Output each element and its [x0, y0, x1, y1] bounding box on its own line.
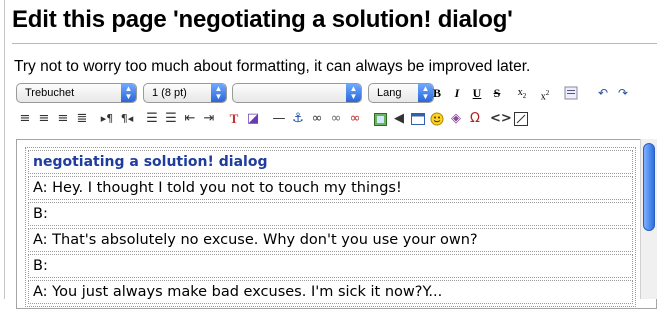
- font-size-value: 1 (8 pt): [152, 87, 187, 99]
- select-arrows-icon: ▲ ▼: [211, 84, 226, 102]
- align-left-icon[interactable]: ≡: [16, 109, 34, 129]
- strikethrough-icon[interactable]: S: [488, 83, 506, 103]
- table-row: B:: [28, 202, 633, 226]
- link-icon[interactable]: ∞: [308, 109, 326, 129]
- align-center-icon[interactable]: ≡: [35, 109, 53, 129]
- align-right-icon[interactable]: ≡: [54, 109, 72, 129]
- undo-icon[interactable]: ↶: [594, 83, 612, 103]
- ordered-list-icon[interactable]: ☰: [143, 109, 161, 129]
- dialog-cell[interactable]: A: Hey. I thought I told you not to touc…: [28, 176, 633, 200]
- html-source-icon[interactable]: <>: [490, 109, 512, 129]
- rtl-icon[interactable]: ¶◂: [118, 109, 136, 129]
- subscript-icon[interactable]: x2: [513, 83, 531, 103]
- window-edge: [4, 0, 5, 299]
- table-title-cell[interactable]: negotiating a solution! dialog: [28, 150, 633, 174]
- table-row: negotiating a solution! dialog: [28, 150, 633, 174]
- dialog-cell[interactable]: B:: [28, 254, 633, 278]
- dialog-table: negotiating a solution! dialog A: Hey. I…: [25, 147, 636, 307]
- horizontal-rule-icon[interactable]: —: [270, 109, 288, 129]
- title-divider: [12, 43, 657, 44]
- dialog-cell[interactable]: A: That's absolutely no excuse. Why don'…: [28, 228, 633, 252]
- media-icon[interactable]: ◀︎: [390, 109, 408, 129]
- redo-icon[interactable]: ↷: [614, 83, 632, 103]
- table-row: A: That's absolutely no excuse. Why don'…: [28, 228, 633, 252]
- dialog-cell[interactable]: B:: [28, 202, 633, 226]
- character-map-icon[interactable]: Ω: [466, 109, 484, 129]
- ltr-icon[interactable]: ▸¶: [98, 109, 116, 129]
- dialog-cell[interactable]: A: You just always make bad excuses. I'm…: [28, 280, 633, 304]
- font-family-select[interactable]: Trebuchet ▲ ▼: [16, 83, 137, 103]
- outdent-icon[interactable]: ⇤: [181, 109, 199, 129]
- select-arrows-icon: ▲ ▼: [346, 84, 361, 102]
- bold-icon[interactable]: B: [428, 83, 446, 103]
- italic-icon[interactable]: I: [448, 83, 466, 103]
- paste-word-icon[interactable]: [562, 83, 580, 103]
- fullscreen-icon[interactable]: [512, 109, 530, 129]
- table-row: B:: [28, 254, 633, 278]
- nolink-icon[interactable]: ∞: [327, 109, 345, 129]
- smiley-icon[interactable]: [428, 109, 446, 129]
- unordered-list-icon[interactable]: ☰: [162, 109, 180, 129]
- font-family-value: Trebuchet: [25, 87, 75, 99]
- table-row: A: Hey. I thought I told you not to touc…: [28, 176, 633, 200]
- underline-icon[interactable]: U: [468, 83, 486, 103]
- unlink-icon[interactable]: ∞: [346, 109, 364, 129]
- text-color-icon[interactable]: T: [225, 109, 243, 129]
- language-value: Lang: [377, 87, 402, 99]
- format-block-select[interactable]: ▲ ▼: [232, 83, 362, 103]
- anchor-icon[interactable]: ⚓: [289, 109, 307, 129]
- indent-icon[interactable]: ⇥: [200, 109, 218, 129]
- superscript-icon[interactable]: x2: [536, 83, 554, 103]
- table-row: A: You just always make bad excuses. I'm…: [28, 280, 633, 304]
- editor-scroll-thumb[interactable]: [643, 143, 655, 231]
- font-size-select[interactable]: 1 (8 pt) ▲ ▼: [143, 83, 227, 103]
- image-icon[interactable]: [371, 109, 389, 129]
- insert-plugin-icon[interactable]: ◈: [447, 109, 465, 129]
- page-title: Edit this page 'negotiating a solution! …: [12, 6, 513, 33]
- table-icon[interactable]: [409, 109, 427, 129]
- justify-icon[interactable]: ≣: [73, 109, 91, 129]
- language-select[interactable]: Lang ▲ ▼: [368, 83, 434, 103]
- background-color-icon[interactable]: ◪: [244, 109, 262, 129]
- formatting-hint: Try not to worry too much about formatti…: [14, 58, 531, 75]
- select-arrows-icon: ▲ ▼: [121, 84, 136, 102]
